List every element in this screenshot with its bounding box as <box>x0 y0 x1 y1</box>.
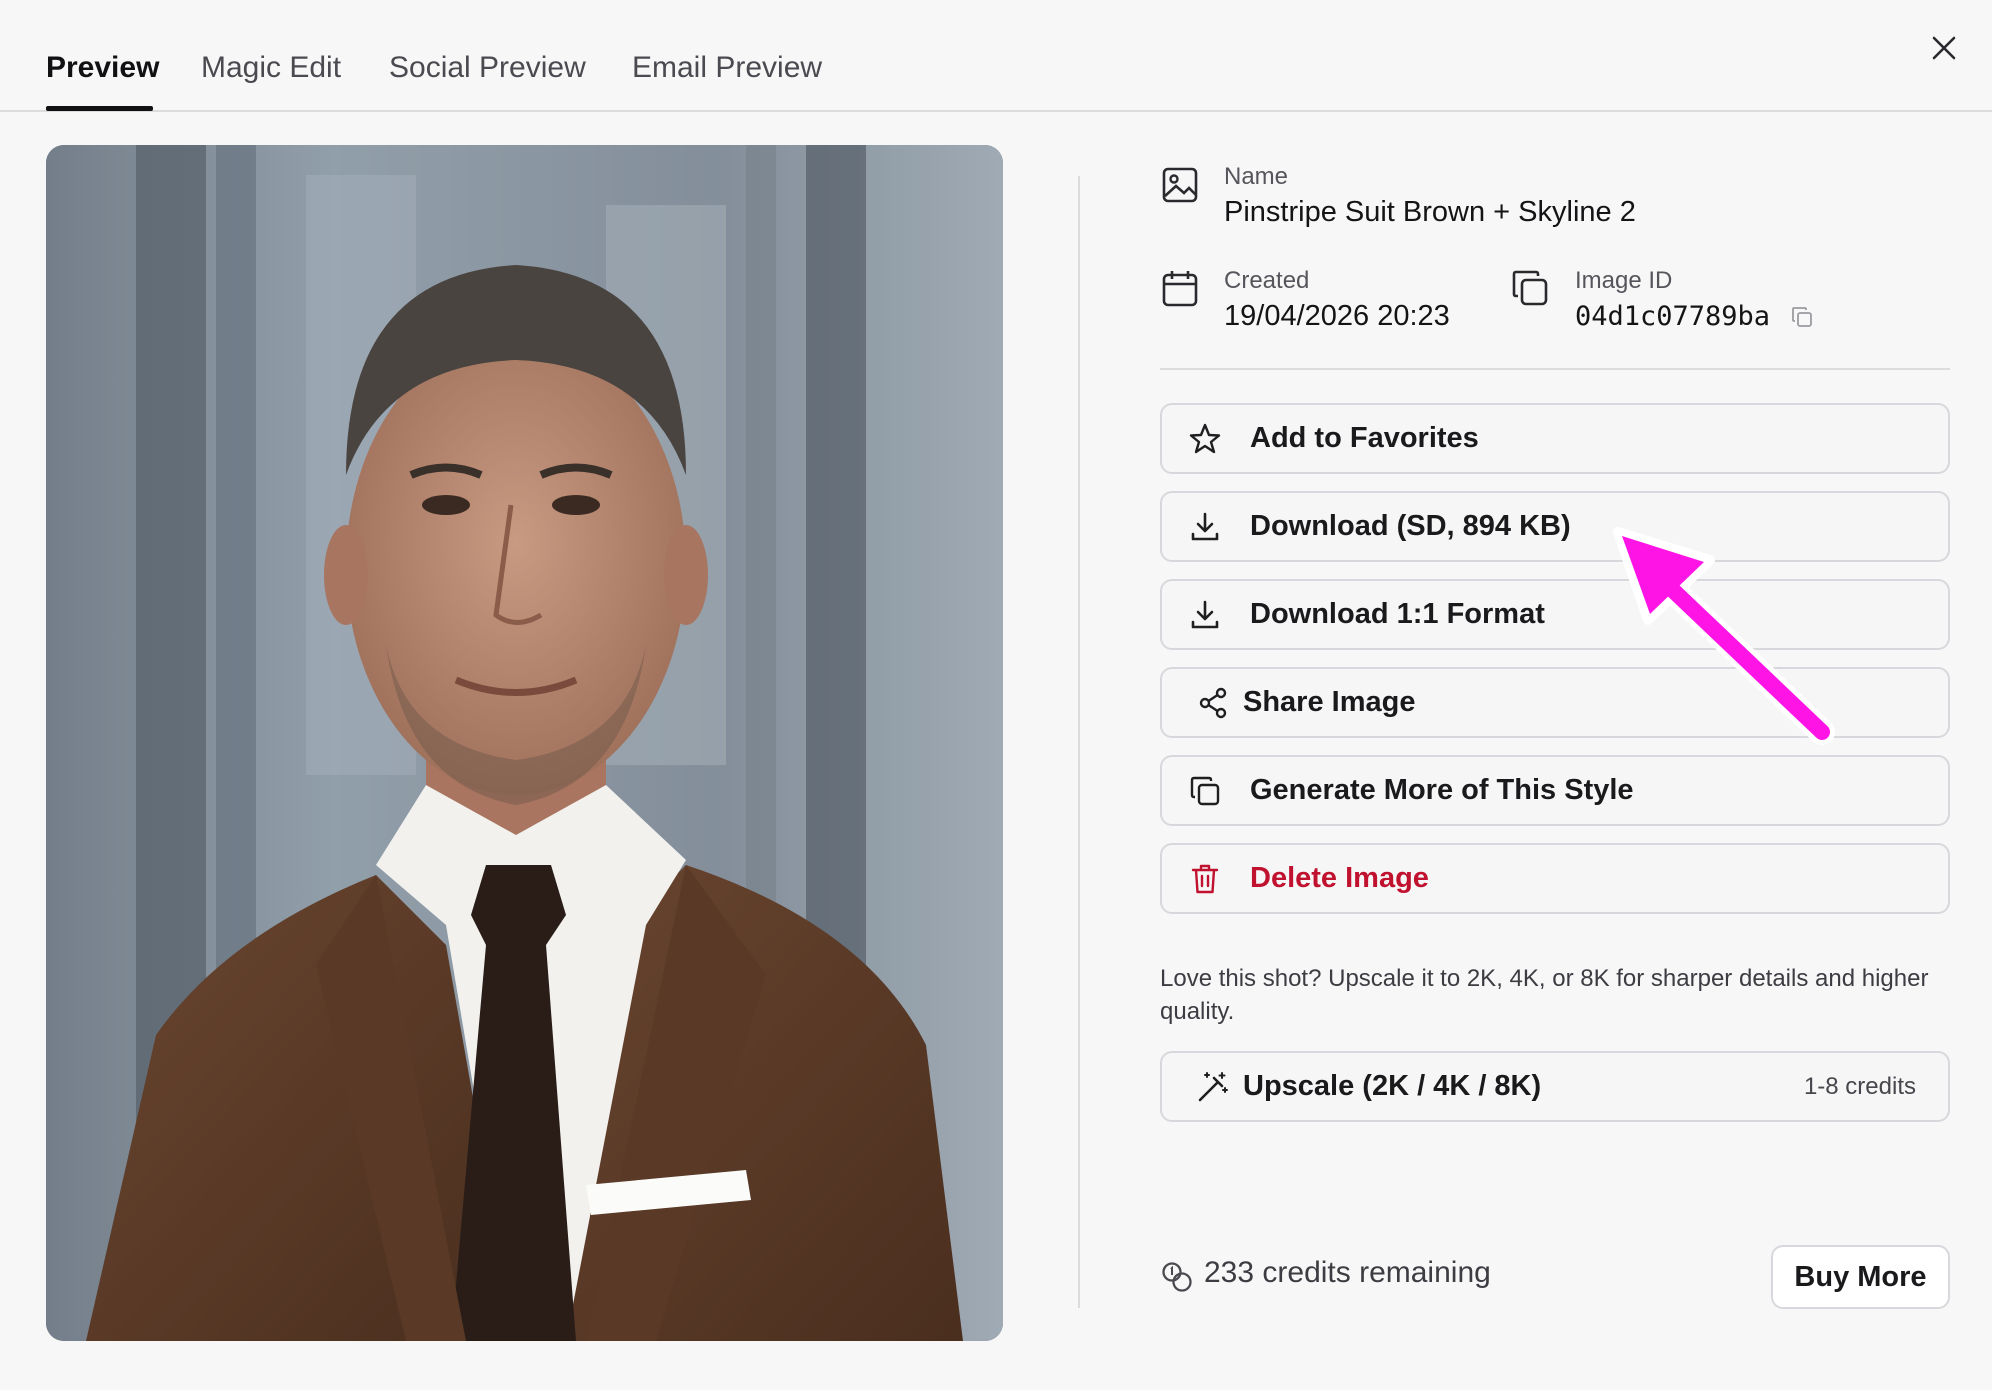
tab-preview[interactable]: Preview <box>46 48 159 88</box>
buy-more-button[interactable]: Buy More <box>1771 1245 1950 1309</box>
tab-magic-edit[interactable]: Magic Edit <box>201 48 341 88</box>
tab-email-preview[interactable]: Email Preview <box>632 48 822 88</box>
copy-icon <box>1510 268 1550 308</box>
upscale-cost: 1-8 credits <box>1803 1073 1916 1100</box>
upscale-label: Upscale (2K / 4K / 8K) <box>1243 1070 1542 1102</box>
coins-icon <box>1160 1260 1194 1294</box>
tab-social-preview[interactable]: Social Preview <box>389 48 586 88</box>
close-icon[interactable] <box>1926 30 1962 66</box>
download-square-label: Download 1:1 Format <box>1250 598 1545 630</box>
star-icon <box>1188 422 1222 456</box>
add-to-favorites-label: Add to Favorites <box>1250 422 1479 454</box>
download-square-button[interactable]: Download 1:1 Format <box>1160 579 1950 650</box>
trash-icon <box>1188 862 1222 896</box>
image-icon <box>1160 165 1200 205</box>
image-detail-modal: Preview Magic Edit Social Preview Email … <box>0 0 1992 1390</box>
upscale-promo-text: Love this shot? Upscale it to 2K, 4K, or… <box>1160 965 1929 1025</box>
image-id: 04d1c07789ba <box>1575 301 1771 332</box>
created-label: Created <box>1224 267 1310 294</box>
magic-wand-icon <box>1196 1070 1230 1104</box>
download-sd-button[interactable]: Download (SD, 894 KB) <box>1160 491 1950 562</box>
share-image-label: Share Image <box>1243 686 1416 718</box>
download-icon <box>1188 598 1222 632</box>
share-image-button[interactable]: Share Image <box>1160 667 1950 738</box>
credits-remaining: 233 credits remaining <box>1204 1256 1491 1289</box>
download-icon <box>1188 510 1222 544</box>
preview-image <box>46 145 1003 1341</box>
delete-image-button[interactable]: Delete Image <box>1160 843 1950 914</box>
panel-divider <box>1078 176 1080 1308</box>
add-to-favorites-button[interactable]: Add to Favorites <box>1160 403 1950 474</box>
calendar-icon <box>1160 268 1200 308</box>
upscale-button[interactable]: Upscale (2K / 4K / 8K) 1-8 credits <box>1160 1051 1950 1122</box>
active-tab-indicator <box>46 106 153 111</box>
tab-bar: Preview Magic Edit Social Preview Email … <box>0 0 1992 112</box>
copy-icon <box>1188 774 1222 808</box>
delete-image-label: Delete Image <box>1250 862 1429 894</box>
image-id-label: Image ID <box>1575 267 1673 294</box>
generate-more-label: Generate More of This Style <box>1250 774 1634 806</box>
image-name: Pinstripe Suit Brown + Skyline 2 <box>1224 196 1636 228</box>
download-sd-label: Download (SD, 894 KB) <box>1250 510 1571 542</box>
copy-id-icon[interactable] <box>1790 305 1814 329</box>
meta-divider <box>1160 368 1950 370</box>
created-date: 19/04/2026 20:23 <box>1224 300 1450 332</box>
share-icon <box>1196 686 1230 720</box>
generate-more-button[interactable]: Generate More of This Style <box>1160 755 1950 826</box>
name-label: Name <box>1224 163 1289 190</box>
